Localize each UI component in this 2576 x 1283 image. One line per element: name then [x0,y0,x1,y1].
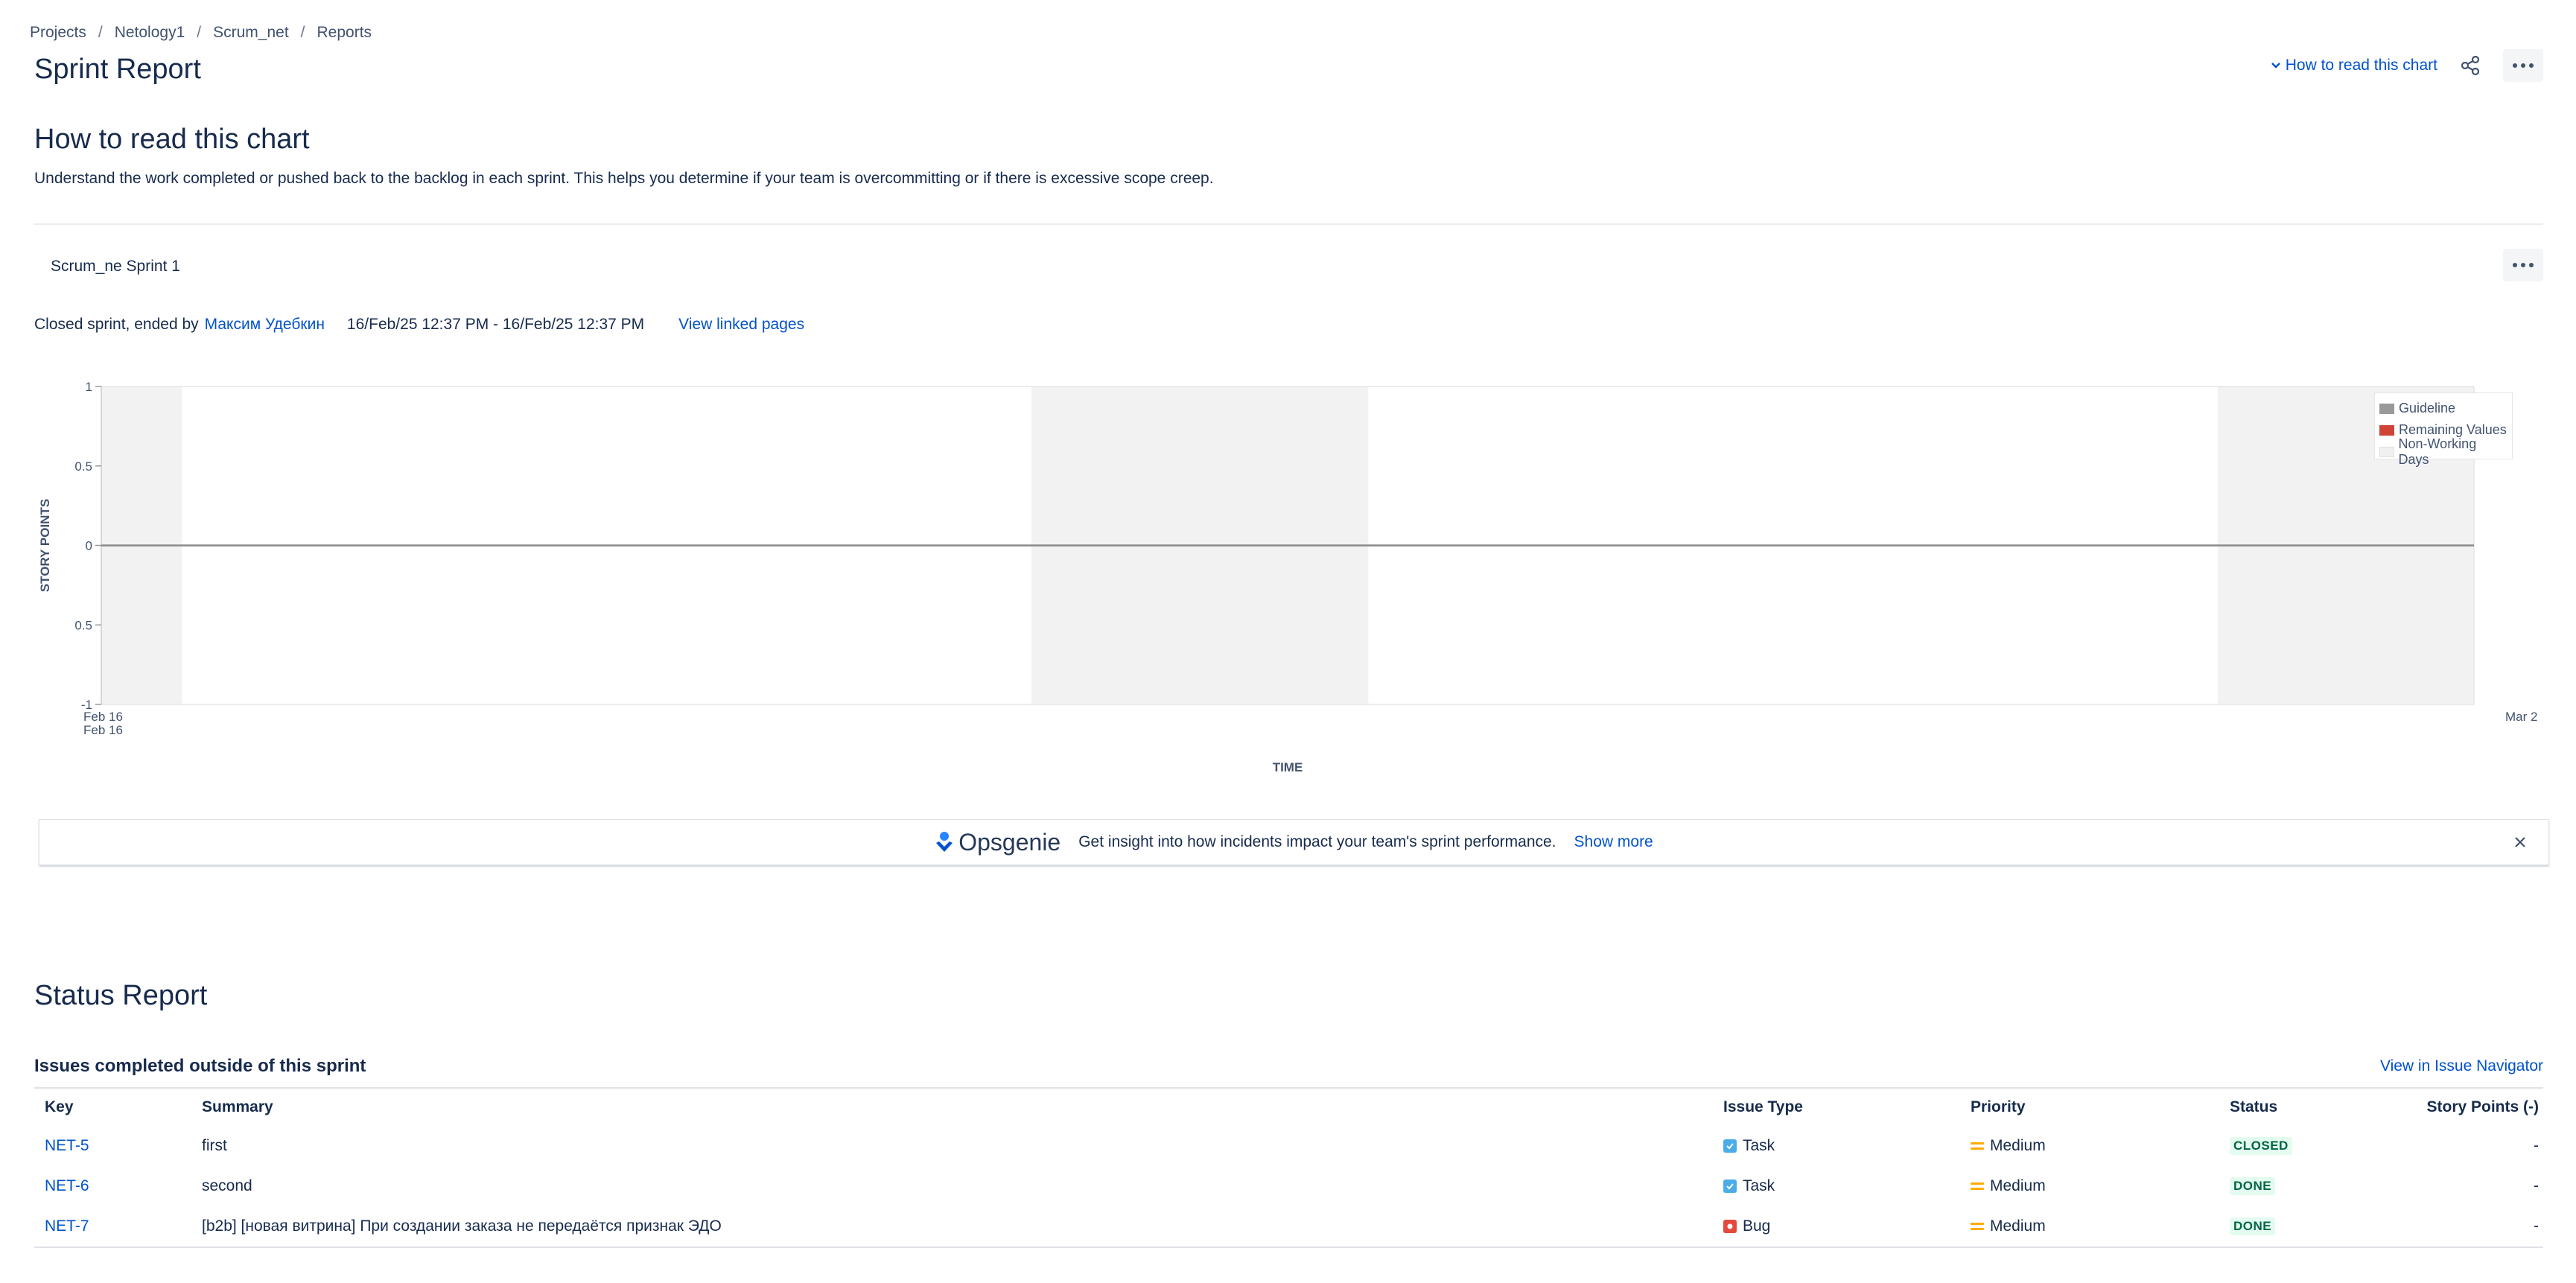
breadcrumb-projects[interactable]: Projects [30,24,86,42]
burndown-chart: 1 0.5 0 0.5 -1 STORY POINTS Feb 16 Feb 16 Mar 2T… [30,372,2562,789]
sprint-status-text: Closed sprint, ended by [34,316,199,333]
column-header-story-points[interactable]: Story Points (-) [2427,1089,2540,1126]
table-row: NET-6 second Task Medium DONE - [34,1166,2543,1206]
priority-medium-icon [1971,1182,1984,1190]
issue-summary: [b2b] [новая витрина] При создании заказ… [202,1217,722,1235]
priority-medium-icon [1971,1223,1984,1230]
sprint-more-button[interactable] [2503,249,2543,281]
breadcrumb-separator: / [98,24,103,41]
issue-priority: Medium [1990,1177,2046,1194]
status-badge: CLOSED [2230,1137,2292,1155]
status-report-title: Status Report [34,980,208,1011]
x-axis-label: TIME [1273,760,1303,774]
how-to-read-label: How to read this chart [2285,57,2437,74]
issue-story-points: - [2534,1217,2539,1235]
breadcrumb-netology1[interactable]: Netology1 [115,24,185,42]
view-in-issue-navigator-link[interactable]: View in Issue Navigator [2380,1057,2543,1075]
table-row: NET-7 [b2b] [новая витрина] При создании… [34,1206,2543,1247]
issues-section-title: Issues completed outside of this sprint [34,1056,366,1076]
sprint-dates: 16/Feb/25 12:37 PM - 16/Feb/25 12:37 PM [346,316,645,333]
legend-swatch [2379,403,2394,414]
issue-summary: second [202,1177,252,1194]
share-icon [2461,55,2480,76]
y-tick-label: 0 [86,539,92,553]
issue-key-link[interactable]: NET-5 [45,1137,89,1155]
opsgenie-brand: Opsgenie [958,828,1061,856]
more-actions-button[interactable] [2503,49,2543,82]
opsgenie-icon [936,832,953,852]
column-header-key[interactable]: Key [45,1089,74,1126]
banner-close-button[interactable] [2508,830,2532,854]
breadcrumb: Projects / Netology1 / Scrum_net / Repor… [30,24,372,42]
show-more-link[interactable]: Show more [1574,833,1653,851]
issues-table: Key Summary Issue Type Priority Status S… [34,1087,2543,1248]
chevron-down-icon [2271,63,2280,69]
column-header-priority[interactable]: Priority [1971,1089,2026,1126]
view-linked-pages-link[interactable]: View linked pages [678,316,804,334]
issue-key-link[interactable]: NET-6 [45,1177,89,1195]
sprint-selector[interactable]: Scrum_ne Sprint 1 [51,258,180,276]
banner-text: Get insight into how incidents impact yo… [1078,833,1556,850]
sprint-ended-by-user[interactable]: Максим Удебкин [205,316,325,334]
priority-medium-icon [1971,1142,1984,1150]
breadcrumb-separator: / [300,24,305,41]
task-icon [1723,1179,1737,1193]
y-tick-label: 1 [86,380,92,394]
how-to-read-title: How to read this chart [34,124,310,155]
task-icon [1723,1139,1737,1153]
legend-swatch [2379,424,2394,436]
issue-priority: Medium [1990,1137,2046,1154]
breadcrumb-separator: / [197,24,202,41]
section-divider [34,223,2543,225]
share-button[interactable] [2455,51,2485,80]
opsgenie-logo: Opsgenie [935,829,1060,856]
sprint-meta: Closed sprint, ended by Максим Удебкин 1… [34,316,804,334]
issue-summary: first [202,1137,227,1154]
x-tick-sublabel: Feb 16 [83,723,123,737]
page-title: Sprint Report [34,54,201,85]
more-icon [2513,263,2534,267]
x-tick-label: Mar 2 [2505,710,2537,724]
table-header-row: Key Summary Issue Type Priority Status S… [34,1089,2543,1126]
issue-priority: Medium [1990,1217,2046,1235]
chart-legend: Guideline Remaining Values Non-Working D… [2374,392,2513,467]
issue-type: Task [1743,1137,1775,1154]
legend-item-guideline[interactable]: Guideline [2379,398,2507,419]
chart-svg: 10.500.5-1STORY POINTSFeb 16Feb 16Mar 2T… [38,380,2537,774]
issue-key-link[interactable]: NET-7 [45,1217,89,1235]
y-tick-label: 0.5 [74,618,92,632]
close-icon [2515,837,2525,847]
y-tick-label: 0.5 [74,459,92,474]
status-badge: DONE [2230,1177,2276,1195]
y-axis-label: STORY POINTS [38,499,52,592]
issue-story-points: - [2534,1137,2539,1154]
status-badge: DONE [2230,1217,2276,1235]
column-header-issue-type[interactable]: Issue Type [1723,1089,1803,1126]
how-to-read-description: Understand the work completed or pushed … [34,170,1214,187]
legend-label: Non-Working Days [2398,436,2477,467]
breadcrumb-reports[interactable]: Reports [317,24,372,42]
breadcrumb-scrum-net[interactable]: Scrum_net [213,24,289,42]
legend-item-non-working-days[interactable]: Non-Working Days [2379,436,2507,467]
issue-type: Bug [1743,1217,1771,1235]
opsgenie-banner: Opsgenie Get insight into how incidents … [39,819,2549,865]
column-header-summary[interactable]: Summary [202,1089,273,1126]
column-header-status[interactable]: Status [2230,1089,2277,1126]
bug-icon [1723,1220,1737,1233]
legend-swatch [2379,446,2394,457]
issue-type: Task [1743,1177,1775,1194]
more-icon [2513,63,2534,68]
header-actions: How to read this chart [2269,49,2543,82]
how-to-read-toggle[interactable]: How to read this chart [2269,57,2437,74]
x-tick-label: Feb 16 [83,710,123,724]
issue-story-points: - [2534,1177,2539,1194]
legend-label: Guideline [2399,401,2456,416]
table-row: NET-5 first Task Medium CLOSED - [34,1126,2543,1166]
